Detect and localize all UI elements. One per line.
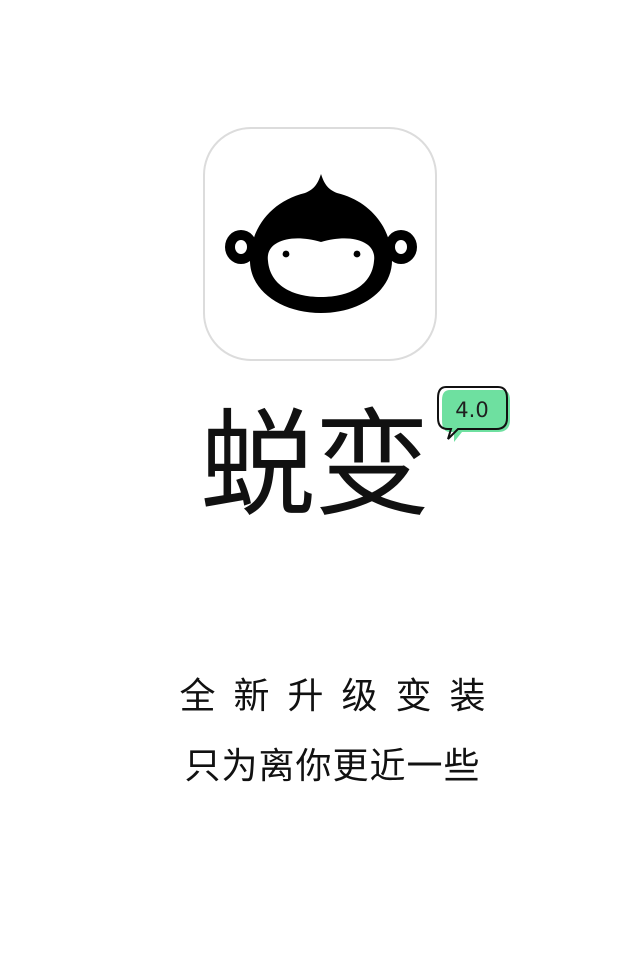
app-logo [203, 127, 437, 361]
tagline-line-2: 只为离你更近一些 [184, 746, 481, 787]
tagline-line-1: 全新升级变装 [179, 676, 504, 717]
version-number: 4.0 [455, 398, 489, 422]
app-title: 蜕变 [200, 398, 430, 533]
version-badge: 4.0 [436, 386, 514, 444]
monkey-face-icon [225, 174, 417, 313]
